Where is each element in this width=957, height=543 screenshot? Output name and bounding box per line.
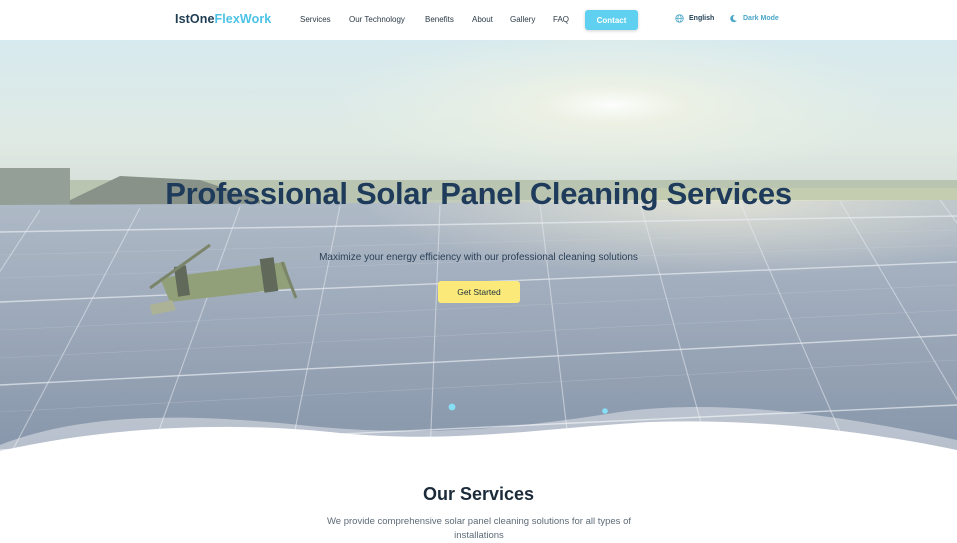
hero-subtitle: Maximize your energy efficiency with our…	[319, 252, 638, 263]
nav-link-gallery[interactable]: Gallery	[510, 15, 535, 24]
brand-logo[interactable]: IstOneFlexWork	[175, 12, 271, 26]
hero-title: Professional Solar Panel Cleaning Servic…	[165, 176, 792, 211]
hero-section: Professional Solar Panel Cleaning Servic…	[0, 40, 957, 455]
language-selector[interactable]: English	[675, 14, 714, 23]
language-label: English	[689, 15, 715, 22]
services-title: Our Services	[422, 484, 535, 504]
services-description: We provide comprehensive solar panel cle…	[327, 516, 631, 541]
nav-link-faq[interactable]: FAQ	[553, 15, 569, 24]
moon-icon	[730, 14, 737, 23]
hero-background-image	[0, 40, 957, 455]
nav-link-about[interactable]: About	[472, 15, 493, 24]
globe-icon	[675, 14, 684, 23]
dark-mode-toggle[interactable]: Dark Mode	[729, 14, 779, 23]
brand-name-part1: IstOne	[175, 12, 215, 26]
navbar: IstOneFlexWork Services Our Technology B…	[0, 0, 957, 40]
nav-link-benefits[interactable]: Benefits	[425, 15, 454, 24]
brand-name-part2: FlexWork	[214, 12, 272, 26]
nav-link-our-technology[interactable]: Our Technology	[349, 15, 405, 24]
contact-button[interactable]: Contact	[585, 10, 638, 30]
nav-link-services[interactable]: Services	[300, 15, 331, 24]
get-started-button[interactable]: Get Started	[438, 281, 520, 303]
dark-mode-label: Dark Mode	[743, 15, 779, 22]
